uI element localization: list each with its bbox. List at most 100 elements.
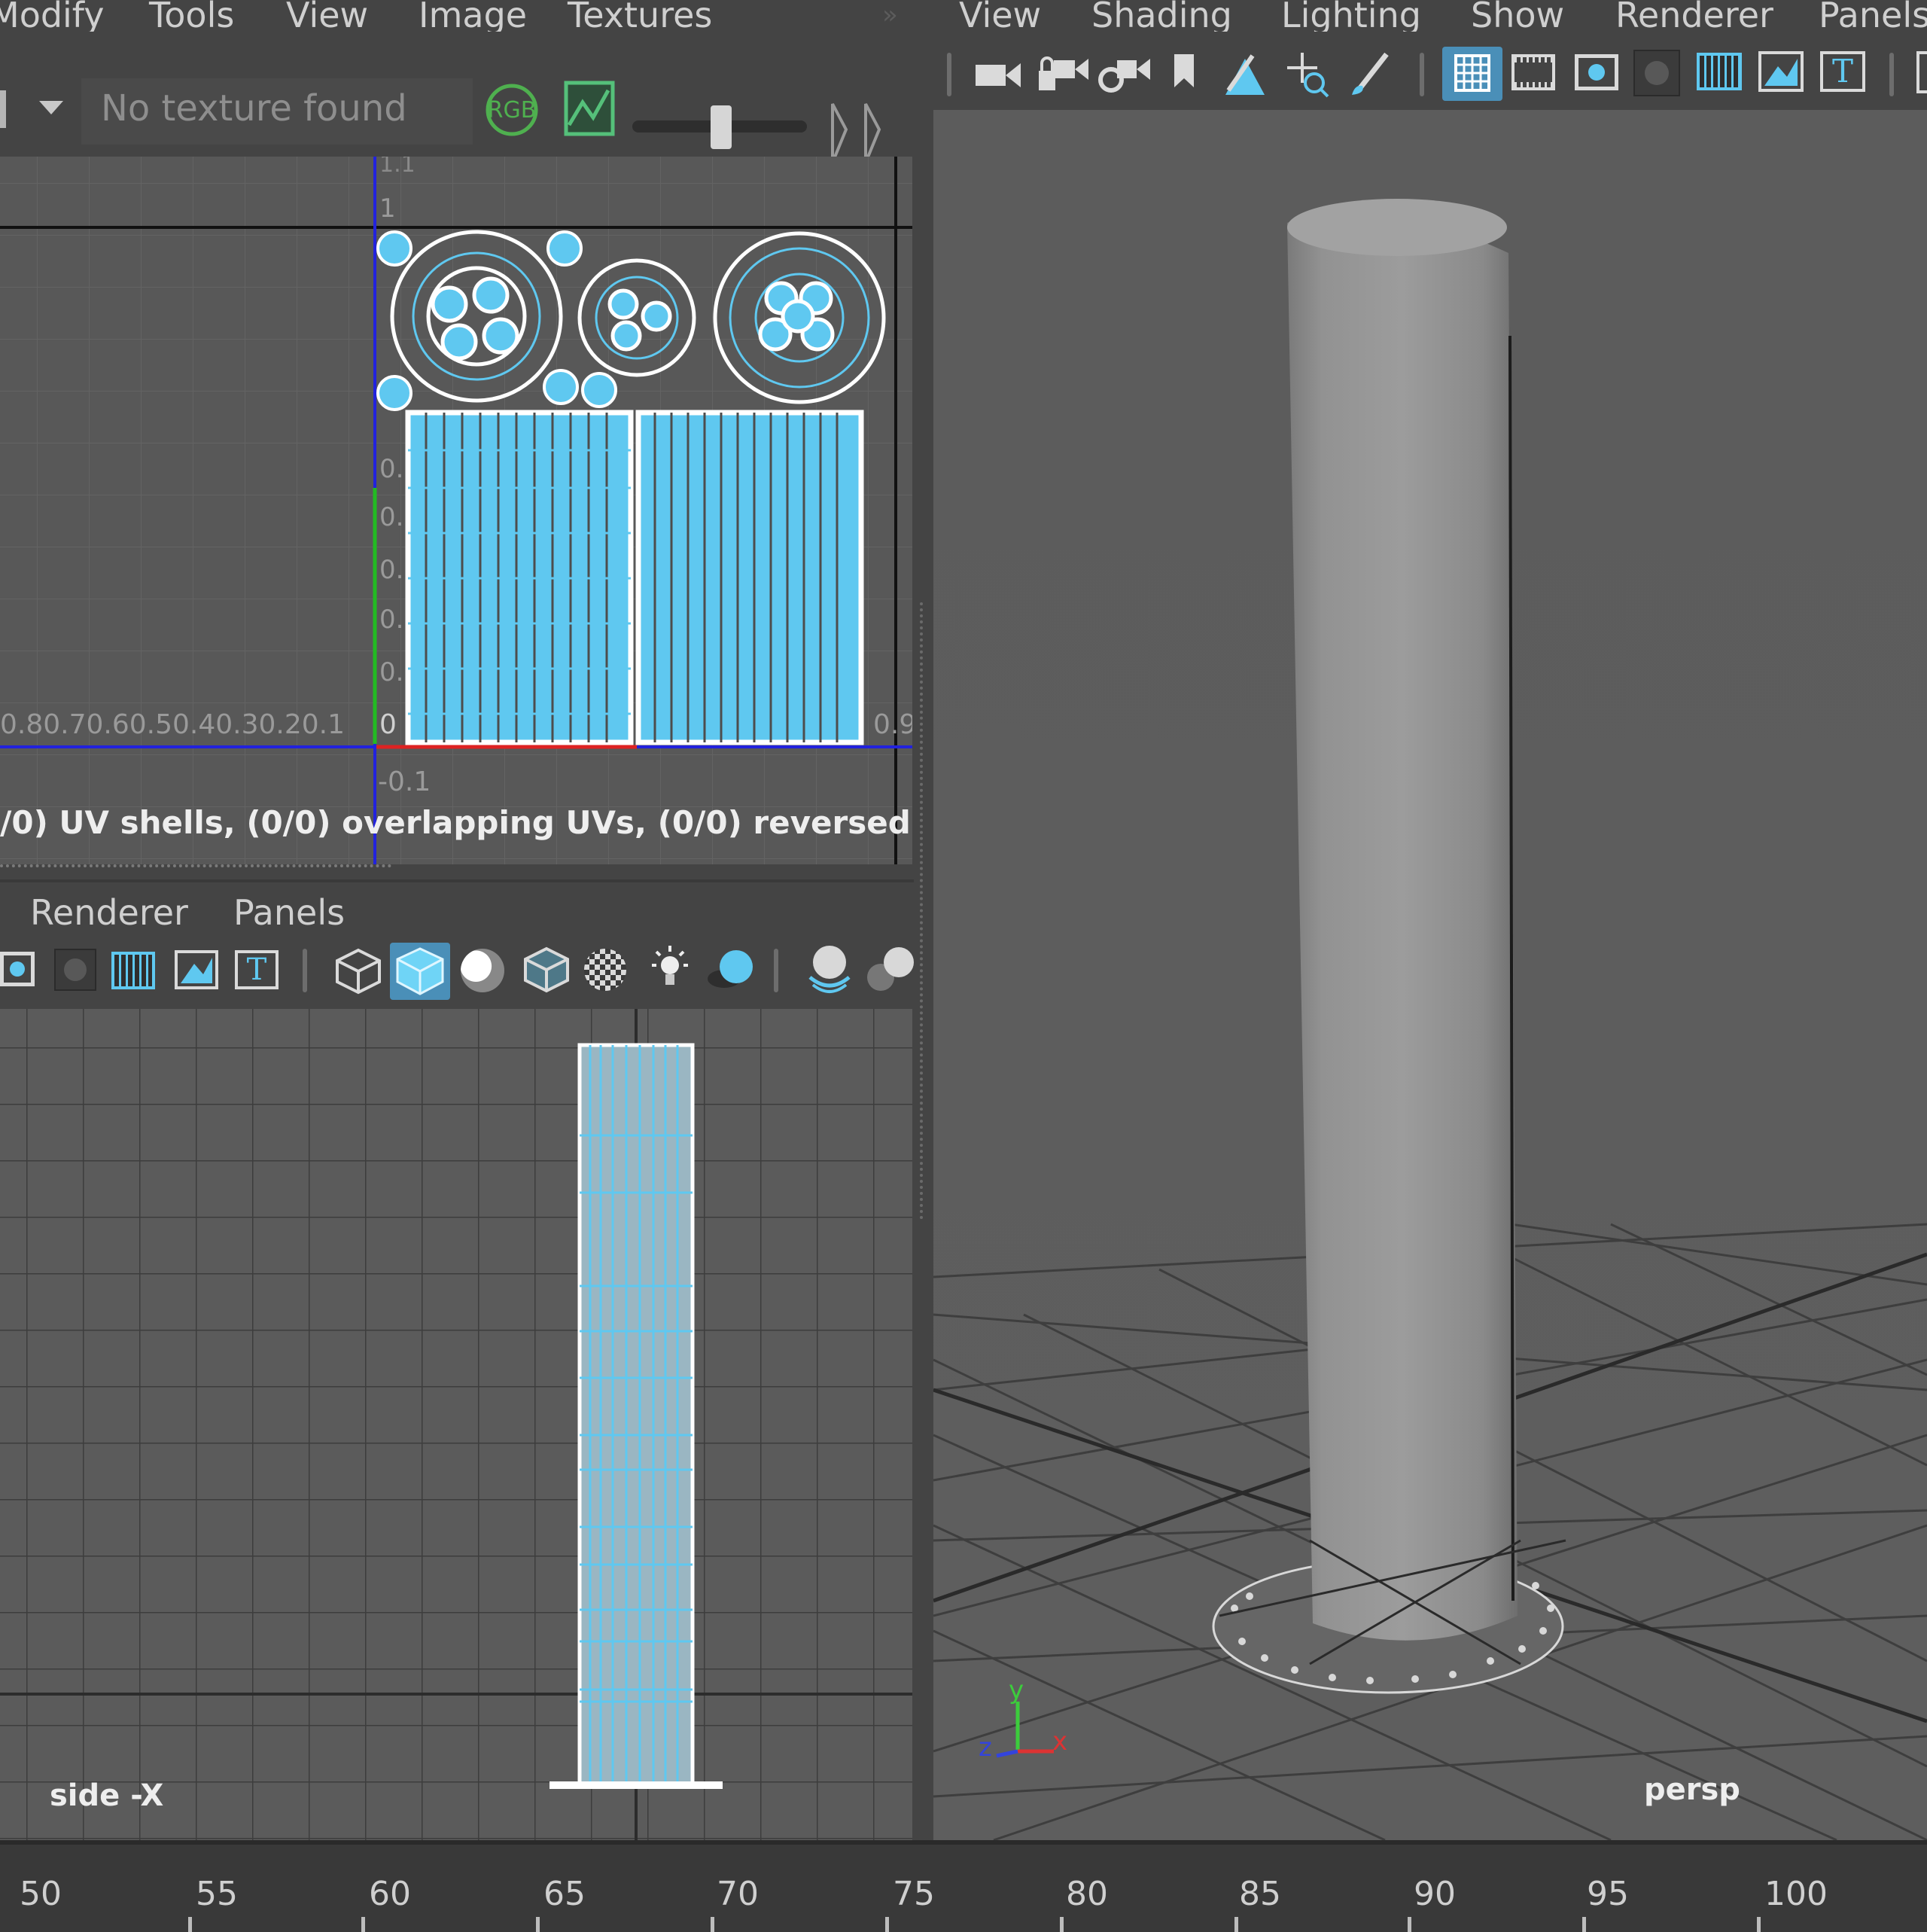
persp-viewport-label: persp — [1644, 1772, 1740, 1807]
menu-textures[interactable]: Textures — [568, 0, 712, 32]
uv-editor-toolbar: No texture found RGB — [0, 32, 911, 163]
frame-tick — [711, 1917, 714, 1932]
frame-label: 60 — [369, 1875, 411, 1913]
toolbar-separator — [1889, 53, 1894, 96]
toolbar-handle — [0, 90, 6, 128]
uv-status-line: /0) UV shells, (0/0) overlapping UVs, (0… — [0, 804, 912, 841]
side-menu-panels[interactable]: Panels — [233, 895, 345, 930]
wireframe-on-shaded-icon[interactable] — [522, 946, 571, 994]
axis-gizmo: y z x — [979, 1675, 1067, 1763]
frame-label: 100 — [1764, 1875, 1828, 1913]
persp-menu-view[interactable]: View — [959, 0, 1041, 32]
ambient-occlusion-icon[interactable] — [805, 944, 854, 995]
gate-mask-icon[interactable] — [54, 949, 96, 991]
motion-blur-icon[interactable] — [866, 944, 915, 994]
menu-view[interactable]: View — [286, 0, 368, 32]
persp-menu-lighting[interactable]: Lighting — [1281, 0, 1421, 32]
toolbar-separator — [1420, 53, 1424, 96]
menu-overflow-icon[interactable]: » — [882, 0, 898, 30]
persp-menu-shading[interactable]: Shading — [1091, 0, 1232, 32]
texture-field-label: No texture found — [101, 87, 407, 130]
svg-text:0.: 0. — [379, 454, 403, 484]
uv-shell-side-1 — [405, 410, 634, 745]
uv-canvas[interactable]: 1 1.1 0. 0. 0. 0. 0. 0.80.70.60.50.40.30… — [0, 157, 912, 864]
uv-editor-menubar: Modify Tools View Image Textures » — [0, 0, 903, 32]
persp-menu-renderer[interactable]: Renderer — [1615, 0, 1773, 32]
resolution-gate-icon[interactable] — [1575, 54, 1618, 90]
axis-z-label: z — [979, 1732, 992, 1763]
persp-scene[interactable]: y z x — [933, 110, 1927, 1840]
uv-editor-graph[interactable]: 1 1.1 0. 0. 0. 0. 0. 0.80.70.60.50.40.30… — [0, 157, 912, 864]
frame-tick — [536, 1917, 540, 1932]
film-gate-icon[interactable] — [1511, 54, 1555, 90]
menu-modify[interactable]: Modify — [0, 0, 104, 32]
menu-tools[interactable]: Tools — [149, 0, 234, 32]
frame-label: 85 — [1239, 1875, 1281, 1913]
svg-text:0.: 0. — [379, 657, 403, 687]
persp-menu-panels[interactable]: Panels — [1819, 0, 1927, 32]
v-label-negative: -0.1 — [378, 766, 431, 797]
wireframe-icon[interactable] — [334, 947, 382, 995]
side-viewport[interactable]: side -X — [0, 1009, 912, 1840]
panel-divider-grip[interactable] — [920, 602, 923, 1220]
v-label-top: 1.1 — [379, 157, 416, 178]
grid-icon[interactable] — [1442, 47, 1502, 101]
frame-label: 75 — [893, 1875, 935, 1913]
frame-label: 90 — [1414, 1875, 1456, 1913]
shadows-icon[interactable] — [706, 949, 756, 991]
frame-label: 65 — [543, 1875, 586, 1913]
frame-tick — [1234, 1917, 1238, 1932]
uv-editor-scroll-bottom[interactable] — [0, 864, 391, 872]
gate-mask-icon[interactable] — [1633, 50, 1680, 96]
axis-x-label: x — [1052, 1726, 1067, 1757]
bookmark-icon[interactable] — [1173, 53, 1195, 89]
dropdown-arrow-icon[interactable] — [39, 101, 63, 114]
uv-shell-side-2 — [635, 410, 864, 745]
side-menu-renderer[interactable]: Renderer — [30, 895, 188, 930]
side-panel-toolbar: Renderer Panels T — [0, 879, 915, 1012]
frame-tick — [1408, 1917, 1411, 1932]
frame-tick — [361, 1917, 365, 1932]
time-slider[interactable]: 50 55 60 65 70 75 80 85 90 95 100 — [0, 1840, 1927, 1932]
field-chart-icon[interactable] — [1697, 53, 1742, 90]
persp-menubar: View Shading Lighting Show Renderer Pane… — [933, 0, 1927, 32]
field-chart-icon[interactable] — [111, 952, 155, 989]
frame-label: 80 — [1066, 1875, 1108, 1913]
frame-tick — [1060, 1917, 1064, 1932]
frame-label: 70 — [717, 1875, 759, 1913]
use-lights-icon[interactable] — [646, 944, 694, 994]
camera-attributes-icon[interactable] — [1097, 50, 1152, 95]
toolbar-overflow[interactable] — [1916, 51, 1927, 93]
persp-menu-show[interactable]: Show — [1471, 0, 1564, 32]
panel-divider[interactable] — [914, 0, 932, 1840]
frame-label: 50 — [20, 1875, 62, 1913]
toolbar-separator — [947, 53, 951, 96]
default-material-icon[interactable] — [461, 949, 504, 992]
side-viewport-label: side -X — [50, 1778, 164, 1813]
2d-pan-zoom-icon[interactable] — [1284, 50, 1331, 98]
camera-icon[interactable] — [974, 59, 1024, 92]
lock-camera-icon[interactable] — [1036, 50, 1090, 95]
grease-pencil-icon[interactable] — [1222, 53, 1268, 98]
image-display-icon[interactable] — [563, 80, 616, 137]
frame-tick — [1582, 1917, 1586, 1932]
persp-toolbar: T — [933, 32, 1927, 110]
xray-icon[interactable] — [584, 949, 626, 991]
menu-image[interactable]: Image — [419, 0, 527, 32]
pipe-cylinder — [1287, 199, 1518, 1641]
svg-text:RGB: RGB — [488, 97, 537, 123]
paint-icon[interactable] — [1349, 50, 1391, 98]
toolbar-separator — [303, 949, 307, 992]
svg-text:0.: 0. — [379, 605, 403, 635]
axis-y-label: y — [1009, 1675, 1024, 1705]
safe-title-icon[interactable]: T — [1820, 51, 1865, 92]
exposure-slider-handle[interactable] — [711, 105, 732, 149]
persp-viewport[interactable]: y z x persp — [933, 110, 1927, 1840]
safe-title-icon[interactable]: T — [235, 950, 279, 989]
safe-action-icon[interactable] — [175, 950, 218, 989]
rgb-channel-icon[interactable]: RGB — [480, 78, 543, 142]
smooth-shade-icon[interactable] — [390, 943, 450, 1000]
resolution-gate-icon[interactable] — [0, 952, 35, 986]
safe-action-icon[interactable] — [1758, 51, 1804, 92]
frame-tick — [885, 1917, 889, 1932]
